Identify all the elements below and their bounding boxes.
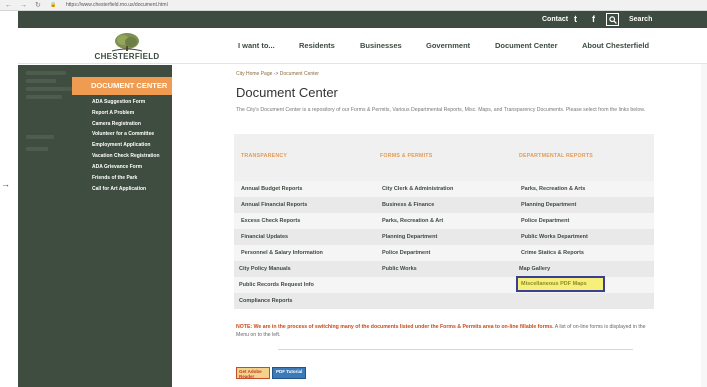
nav-businesses[interactable]: Businesses bbox=[360, 28, 402, 64]
tree-logo-icon bbox=[111, 33, 143, 52]
page: ← → ↻ 🔒 https://www.chesterfield.mo.us/d… bbox=[0, 0, 707, 387]
refresh-icon[interactable]: ↻ bbox=[35, 0, 41, 11]
sidebar-item-vacation-check[interactable]: Vacation Check Registration bbox=[92, 153, 160, 160]
site-header: CHESTERFIELD I want to... Residents Busi… bbox=[18, 28, 707, 64]
sidebar-faded-row bbox=[26, 71, 66, 75]
link-personnel-salary[interactable]: Personnel & Salary Information bbox=[241, 249, 323, 257]
sidebar-faded-row bbox=[26, 79, 56, 83]
note-label: NOTE: We are in the process of switching… bbox=[236, 324, 554, 330]
utility-bar: Contact t f Search bbox=[18, 11, 707, 28]
sidebar-item-camera-registration[interactable]: Camera Registration bbox=[92, 121, 141, 128]
breadcrumb-separator: -> bbox=[272, 71, 280, 77]
lock-icon: 🔒 bbox=[50, 2, 57, 8]
link-public-records-request[interactable]: Public Records Request Info bbox=[239, 281, 314, 289]
sidebar-title: DOCUMENT CENTER bbox=[72, 77, 172, 95]
sidebar-item-employment[interactable]: Employment Application bbox=[92, 142, 150, 149]
link-compliance-reports[interactable]: Compliance Reports bbox=[239, 297, 292, 305]
link-police-department-reports[interactable]: Police Department bbox=[521, 217, 569, 225]
table-row bbox=[234, 261, 654, 277]
nav-i-want-to[interactable]: I want to... bbox=[238, 28, 275, 64]
table-row bbox=[234, 293, 654, 309]
sidebar-item-call-for-art[interactable]: Call for Art Application bbox=[92, 186, 146, 193]
column-heading-forms-permits: FORMS & PERMITS bbox=[380, 153, 433, 159]
nav-about-chesterfield[interactable]: About Chesterfield bbox=[582, 28, 649, 64]
adobe-reader-button[interactable]: Get Adobe Reader bbox=[236, 367, 270, 379]
page-title: Document Center bbox=[236, 85, 338, 100]
link-business-finance[interactable]: Business & Finance bbox=[382, 201, 434, 209]
divider bbox=[278, 349, 633, 350]
search-label[interactable]: Search bbox=[629, 11, 652, 28]
forms-note: NOTE: We are in the process of switching… bbox=[236, 323, 656, 339]
sidebar-faded-row bbox=[26, 135, 54, 139]
forward-arrow-icon[interactable]: → bbox=[20, 0, 27, 11]
breadcrumb-home[interactable]: City Home Page bbox=[236, 71, 272, 77]
link-financial-updates[interactable]: Financial Updates bbox=[241, 233, 288, 241]
sidebar-item-report-problem[interactable]: Report A Problem bbox=[92, 110, 134, 117]
back-arrow-icon[interactable]: ← bbox=[5, 0, 12, 11]
sidebar-item-volunteer[interactable]: Volunteer for a Committee bbox=[92, 131, 154, 138]
link-map-gallery[interactable]: Map Gallery bbox=[519, 265, 550, 273]
sidebar-item-ada-suggestion[interactable]: ADA Suggestion Form bbox=[92, 99, 145, 106]
sidebar-item-ada-grievance[interactable]: ADA Grievance Form bbox=[92, 164, 142, 171]
sidebar-faded-row bbox=[26, 147, 48, 151]
column-heading-departmental-reports: DEPARTMENTAL REPORTS bbox=[519, 153, 594, 159]
table-row bbox=[234, 229, 654, 245]
left-margin: → bbox=[0, 11, 18, 387]
nav-document-center[interactable]: Document Center bbox=[495, 28, 558, 64]
page-edge bbox=[701, 64, 707, 387]
adobe-reader-label: Get Adobe Reader bbox=[239, 369, 262, 379]
link-city-clerk[interactable]: City Clerk & Administration bbox=[382, 185, 453, 193]
link-excess-check-reports[interactable]: Excess Check Reports bbox=[241, 217, 300, 225]
link-planning-department[interactable]: Planning Department bbox=[382, 233, 437, 241]
link-crime-statics-reports[interactable]: Crime Statics & Reports bbox=[521, 249, 584, 257]
sidebar-faded-row bbox=[26, 87, 72, 91]
arrow-right-icon: → bbox=[1, 179, 10, 189]
chesterfield-logo[interactable]: CHESTERFIELD bbox=[92, 31, 162, 61]
link-parks-recreation-arts-reports[interactable]: Parks, Recreation & Arts bbox=[521, 185, 585, 193]
nav-government[interactable]: Government bbox=[426, 28, 470, 64]
pdf-tutorial-label: PDF Tutorial bbox=[276, 369, 303, 374]
address-bar[interactable]: https://www.chesterfield.mo.us/document.… bbox=[66, 0, 168, 11]
browser-toolbar: ← → ↻ 🔒 https://www.chesterfield.mo.us/d… bbox=[0, 0, 707, 11]
link-city-policy-manuals[interactable]: City Policy Manuals bbox=[239, 265, 291, 273]
twitter-icon[interactable]: t bbox=[574, 14, 577, 25]
logo-wordmark: CHESTERFIELD bbox=[94, 52, 160, 61]
link-parks-recreation-art[interactable]: Parks, Recreation & Art bbox=[382, 217, 443, 225]
link-annual-budget-reports[interactable]: Annual Budget Reports bbox=[241, 185, 302, 193]
search-button[interactable] bbox=[606, 13, 619, 26]
link-public-works[interactable]: Public Works bbox=[382, 265, 417, 273]
sidebar-item-friends-park[interactable]: Friends of the Park bbox=[92, 175, 137, 182]
link-miscellaneous-pdf-maps[interactable]: Miscellaneous PDF Maps bbox=[521, 280, 587, 288]
nav-residents[interactable]: Residents bbox=[299, 28, 335, 64]
intro-text: The City's Document Center is a reposito… bbox=[236, 107, 646, 113]
link-annual-financial-reports[interactable]: Annual Financial Reports bbox=[241, 201, 307, 209]
pdf-tutorial-button[interactable]: PDF Tutorial bbox=[272, 367, 306, 379]
column-heading-transparency: TRANSPARENCY bbox=[241, 153, 288, 159]
link-police-department[interactable]: Police Department bbox=[382, 249, 430, 257]
link-public-works-department[interactable]: Public Works Department bbox=[521, 233, 588, 241]
facebook-icon[interactable]: f bbox=[592, 14, 595, 25]
breadcrumb: City Home Page -> Document Center bbox=[236, 71, 319, 77]
contact-link[interactable]: Contact bbox=[542, 11, 568, 28]
search-icon bbox=[609, 16, 617, 24]
sidebar-faded-row bbox=[26, 95, 62, 99]
breadcrumb-current[interactable]: Document Center bbox=[280, 71, 319, 77]
link-planning-department-reports[interactable]: Planning Department bbox=[521, 201, 576, 209]
